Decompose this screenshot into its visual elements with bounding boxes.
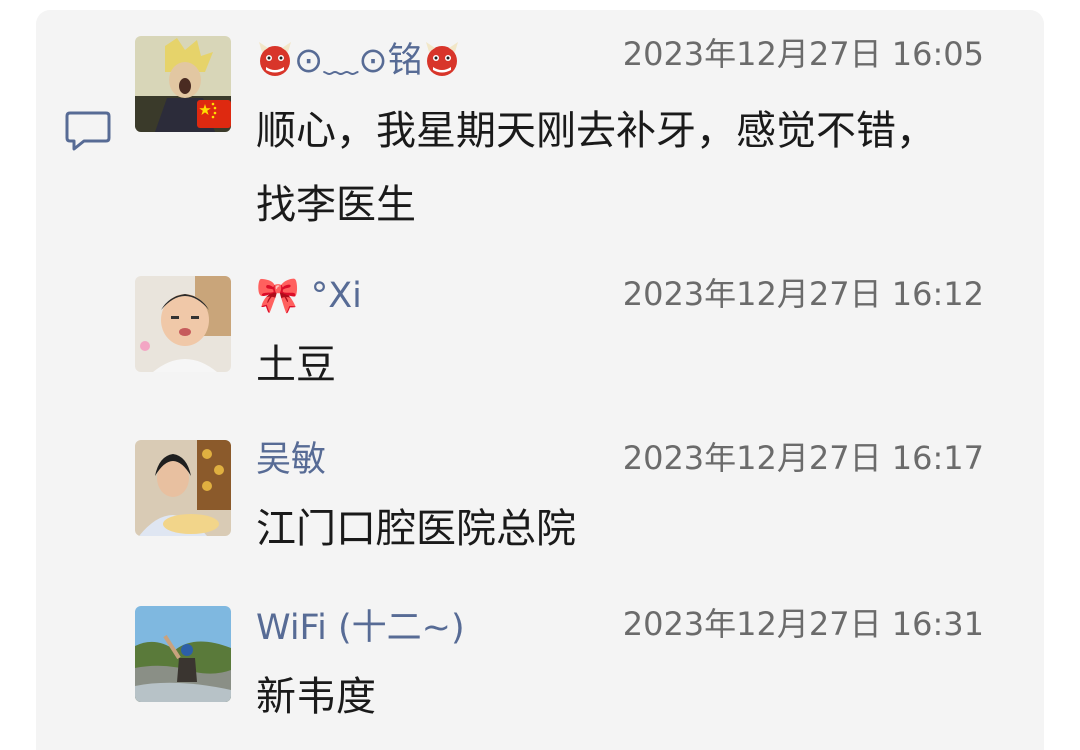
comment-text: 新韦度	[256, 674, 376, 720]
comment-text: 江门口腔医院总院	[256, 506, 576, 552]
commenter-name[interactable]: ⊙﹏⊙铭	[256, 40, 461, 81]
commenter-name[interactable]: 🎀 °Xi	[256, 276, 362, 316]
mountain-photo-avatar[interactable]	[135, 606, 231, 702]
comment-time: 2023年12月27日 16:05	[622, 35, 984, 73]
china-flag-icon	[197, 100, 231, 128]
commenter-name[interactable]: 吴敏	[256, 440, 326, 480]
child-photo-avatar[interactable]	[135, 276, 231, 372]
comment-time: 2023年12月27日 16:17	[622, 439, 984, 477]
ogre-face-icon	[259, 42, 291, 76]
commenter-name-text: ⊙﹏⊙铭	[294, 41, 423, 81]
comment-icon[interactable]	[64, 110, 112, 152]
woman-photo-avatar[interactable]	[135, 440, 231, 536]
comment-text: 土豆	[256, 342, 336, 388]
comment-text: 顺心，我星期天刚去补牙，感觉不错，找李医生	[256, 108, 936, 228]
commenter-name[interactable]: WiFi (十二~)	[256, 608, 465, 648]
ogre-face-icon	[425, 42, 458, 76]
comment-time: 2023年12月27日 16:31	[622, 605, 984, 643]
comment-time: 2023年12月27日 16:12	[622, 275, 984, 313]
